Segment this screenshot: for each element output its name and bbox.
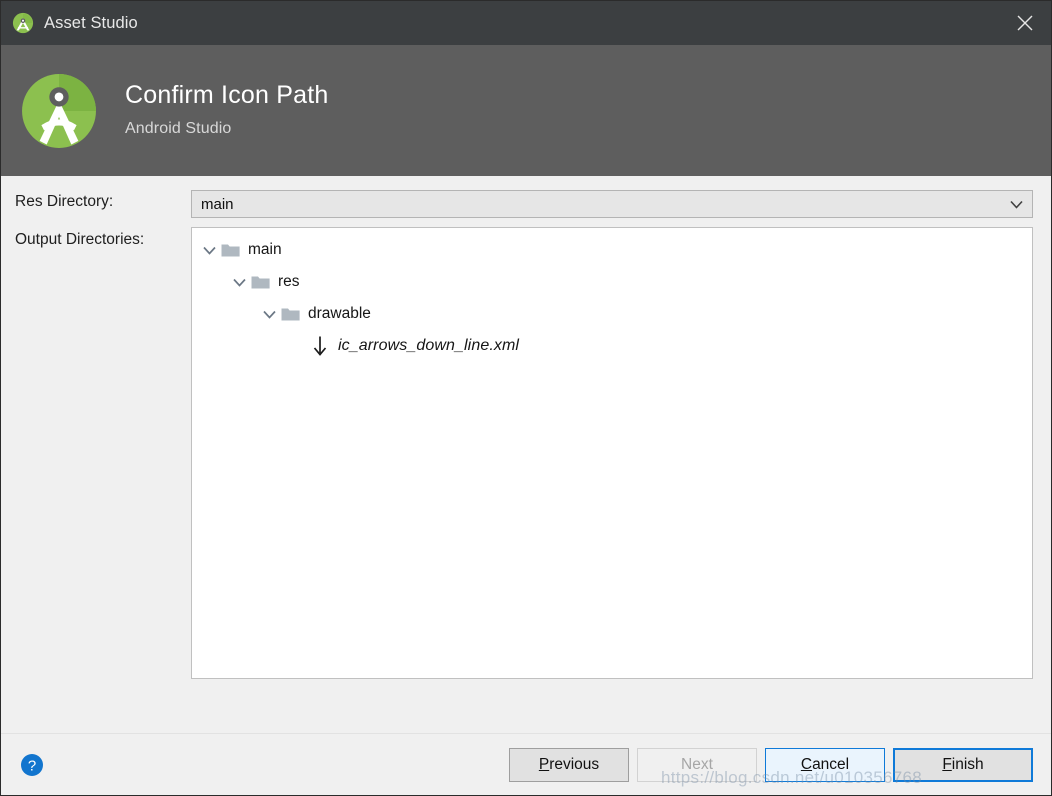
cancel-button-label: ancel: [812, 755, 850, 773]
res-directory-combobox[interactable]: main: [191, 190, 1033, 218]
close-button[interactable]: [999, 1, 1051, 45]
tree-node-label: res: [278, 273, 300, 290]
finish-button-mnemonic: F: [942, 755, 952, 773]
folder-icon: [220, 240, 240, 260]
help-button[interactable]: ?: [13, 746, 51, 784]
arrow-down-asset-icon: [310, 336, 330, 356]
previous-button-mnemonic: P: [538, 755, 550, 773]
close-icon: [1017, 15, 1033, 31]
chevron-down-icon: [1009, 197, 1023, 211]
next-button-mnemonic: N: [681, 755, 693, 773]
help-icon: ?: [21, 753, 43, 776]
android-studio-logo: [15, 67, 103, 155]
window-title: Asset Studio: [44, 13, 138, 32]
tree-row[interactable]: drawable: [192, 298, 1032, 330]
dialog-body: Res Directory: main Output Directories:: [1, 176, 1051, 733]
finish-button-label: inish: [951, 755, 984, 773]
header-text-block: Confirm Icon Path Android Studio: [125, 79, 329, 141]
svg-text:?: ?: [28, 757, 36, 774]
folder-icon: [250, 272, 270, 292]
output-directories-row: Output Directories: main res drawable ic…: [15, 227, 1033, 679]
chevron-down-icon[interactable]: [228, 271, 250, 293]
tree-row[interactable]: ic_arrows_down_line.xml: [192, 330, 1032, 362]
res-directory-row: Res Directory: main: [15, 190, 1033, 218]
tree-node-label: main: [248, 241, 282, 258]
page-subtitle: Android Studio: [125, 119, 232, 137]
title-bar: Asset Studio: [1, 1, 1051, 45]
tree-row[interactable]: res: [192, 266, 1032, 298]
asset-studio-dialog: Asset Studio Confirm Icon Path Android S…: [0, 0, 1052, 796]
cancel-button-mnemonic: C: [800, 755, 813, 773]
res-directory-value: main: [201, 195, 234, 213]
chevron-down-icon[interactable]: [198, 239, 220, 261]
finish-button[interactable]: Finish: [893, 747, 1033, 782]
output-directories-tree[interactable]: main res drawable ic_arrows_down_line.xm…: [191, 227, 1033, 679]
next-button: Next: [637, 747, 757, 782]
tree-row[interactable]: main: [192, 234, 1032, 266]
tree-node-label: ic_arrows_down_line.xml: [338, 337, 520, 354]
previous-button-label: revious: [549, 755, 600, 773]
cancel-button[interactable]: Cancel: [765, 747, 885, 782]
dialog-footer: ? Previous Next Cancel Finish https://bl…: [1, 733, 1051, 795]
next-button-label: ext: [692, 755, 713, 773]
chevron-down-icon[interactable]: [258, 303, 280, 325]
previous-button[interactable]: Previous: [509, 747, 629, 782]
folder-icon: [280, 304, 300, 324]
dialog-header: Confirm Icon Path Android Studio: [1, 45, 1051, 176]
res-directory-label: Res Directory:: [15, 193, 114, 210]
output-directories-label: Output Directories:: [15, 231, 145, 248]
page-title: Confirm Icon Path: [125, 81, 329, 110]
tree-node-label: drawable: [308, 305, 371, 322]
android-studio-icon: [12, 12, 34, 34]
